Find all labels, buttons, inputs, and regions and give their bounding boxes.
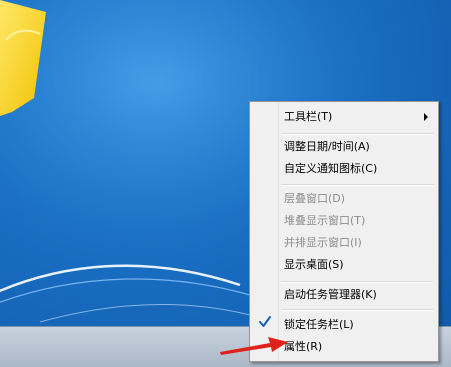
menu-item-show-desktop[interactable]: 显示桌面(S) <box>284 255 344 275</box>
red-arrow-icon <box>220 337 288 355</box>
menu-item-toolbars[interactable]: 工具栏(T) <box>284 107 332 127</box>
menu-item-lock-taskbar[interactable]: 锁定任务栏(L) <box>284 315 354 335</box>
menu-separator <box>281 281 433 283</box>
menu-item-start-task-manager[interactable]: 启动任务管理器(K) <box>284 285 377 305</box>
desktop: 工具栏(T) 调整日期/时间(A) 自定义通知图标(C) 层叠窗口(D) 堆叠显… <box>0 0 451 367</box>
menu-item-adjust-date-time[interactable]: 调整日期/时间(A) <box>284 137 370 157</box>
menu-separator <box>281 309 433 311</box>
menu-item-customize-notification-icons[interactable]: 自定义通知图标(C) <box>284 159 377 179</box>
menu-separator <box>281 133 433 135</box>
taskbar-context-menu: 工具栏(T) 调整日期/时间(A) 自定义通知图标(C) 层叠窗口(D) 堆叠显… <box>249 101 439 362</box>
menu-item-stack-windows[interactable]: 堆叠显示窗口(T) <box>284 211 365 231</box>
menu-separator <box>281 184 433 186</box>
check-icon <box>259 316 271 327</box>
chevron-right-icon <box>424 113 428 121</box>
menu-item-cascade-windows[interactable]: 层叠窗口(D) <box>284 189 345 209</box>
menu-item-side-by-side-windows[interactable]: 并排显示窗口(I) <box>284 233 362 253</box>
